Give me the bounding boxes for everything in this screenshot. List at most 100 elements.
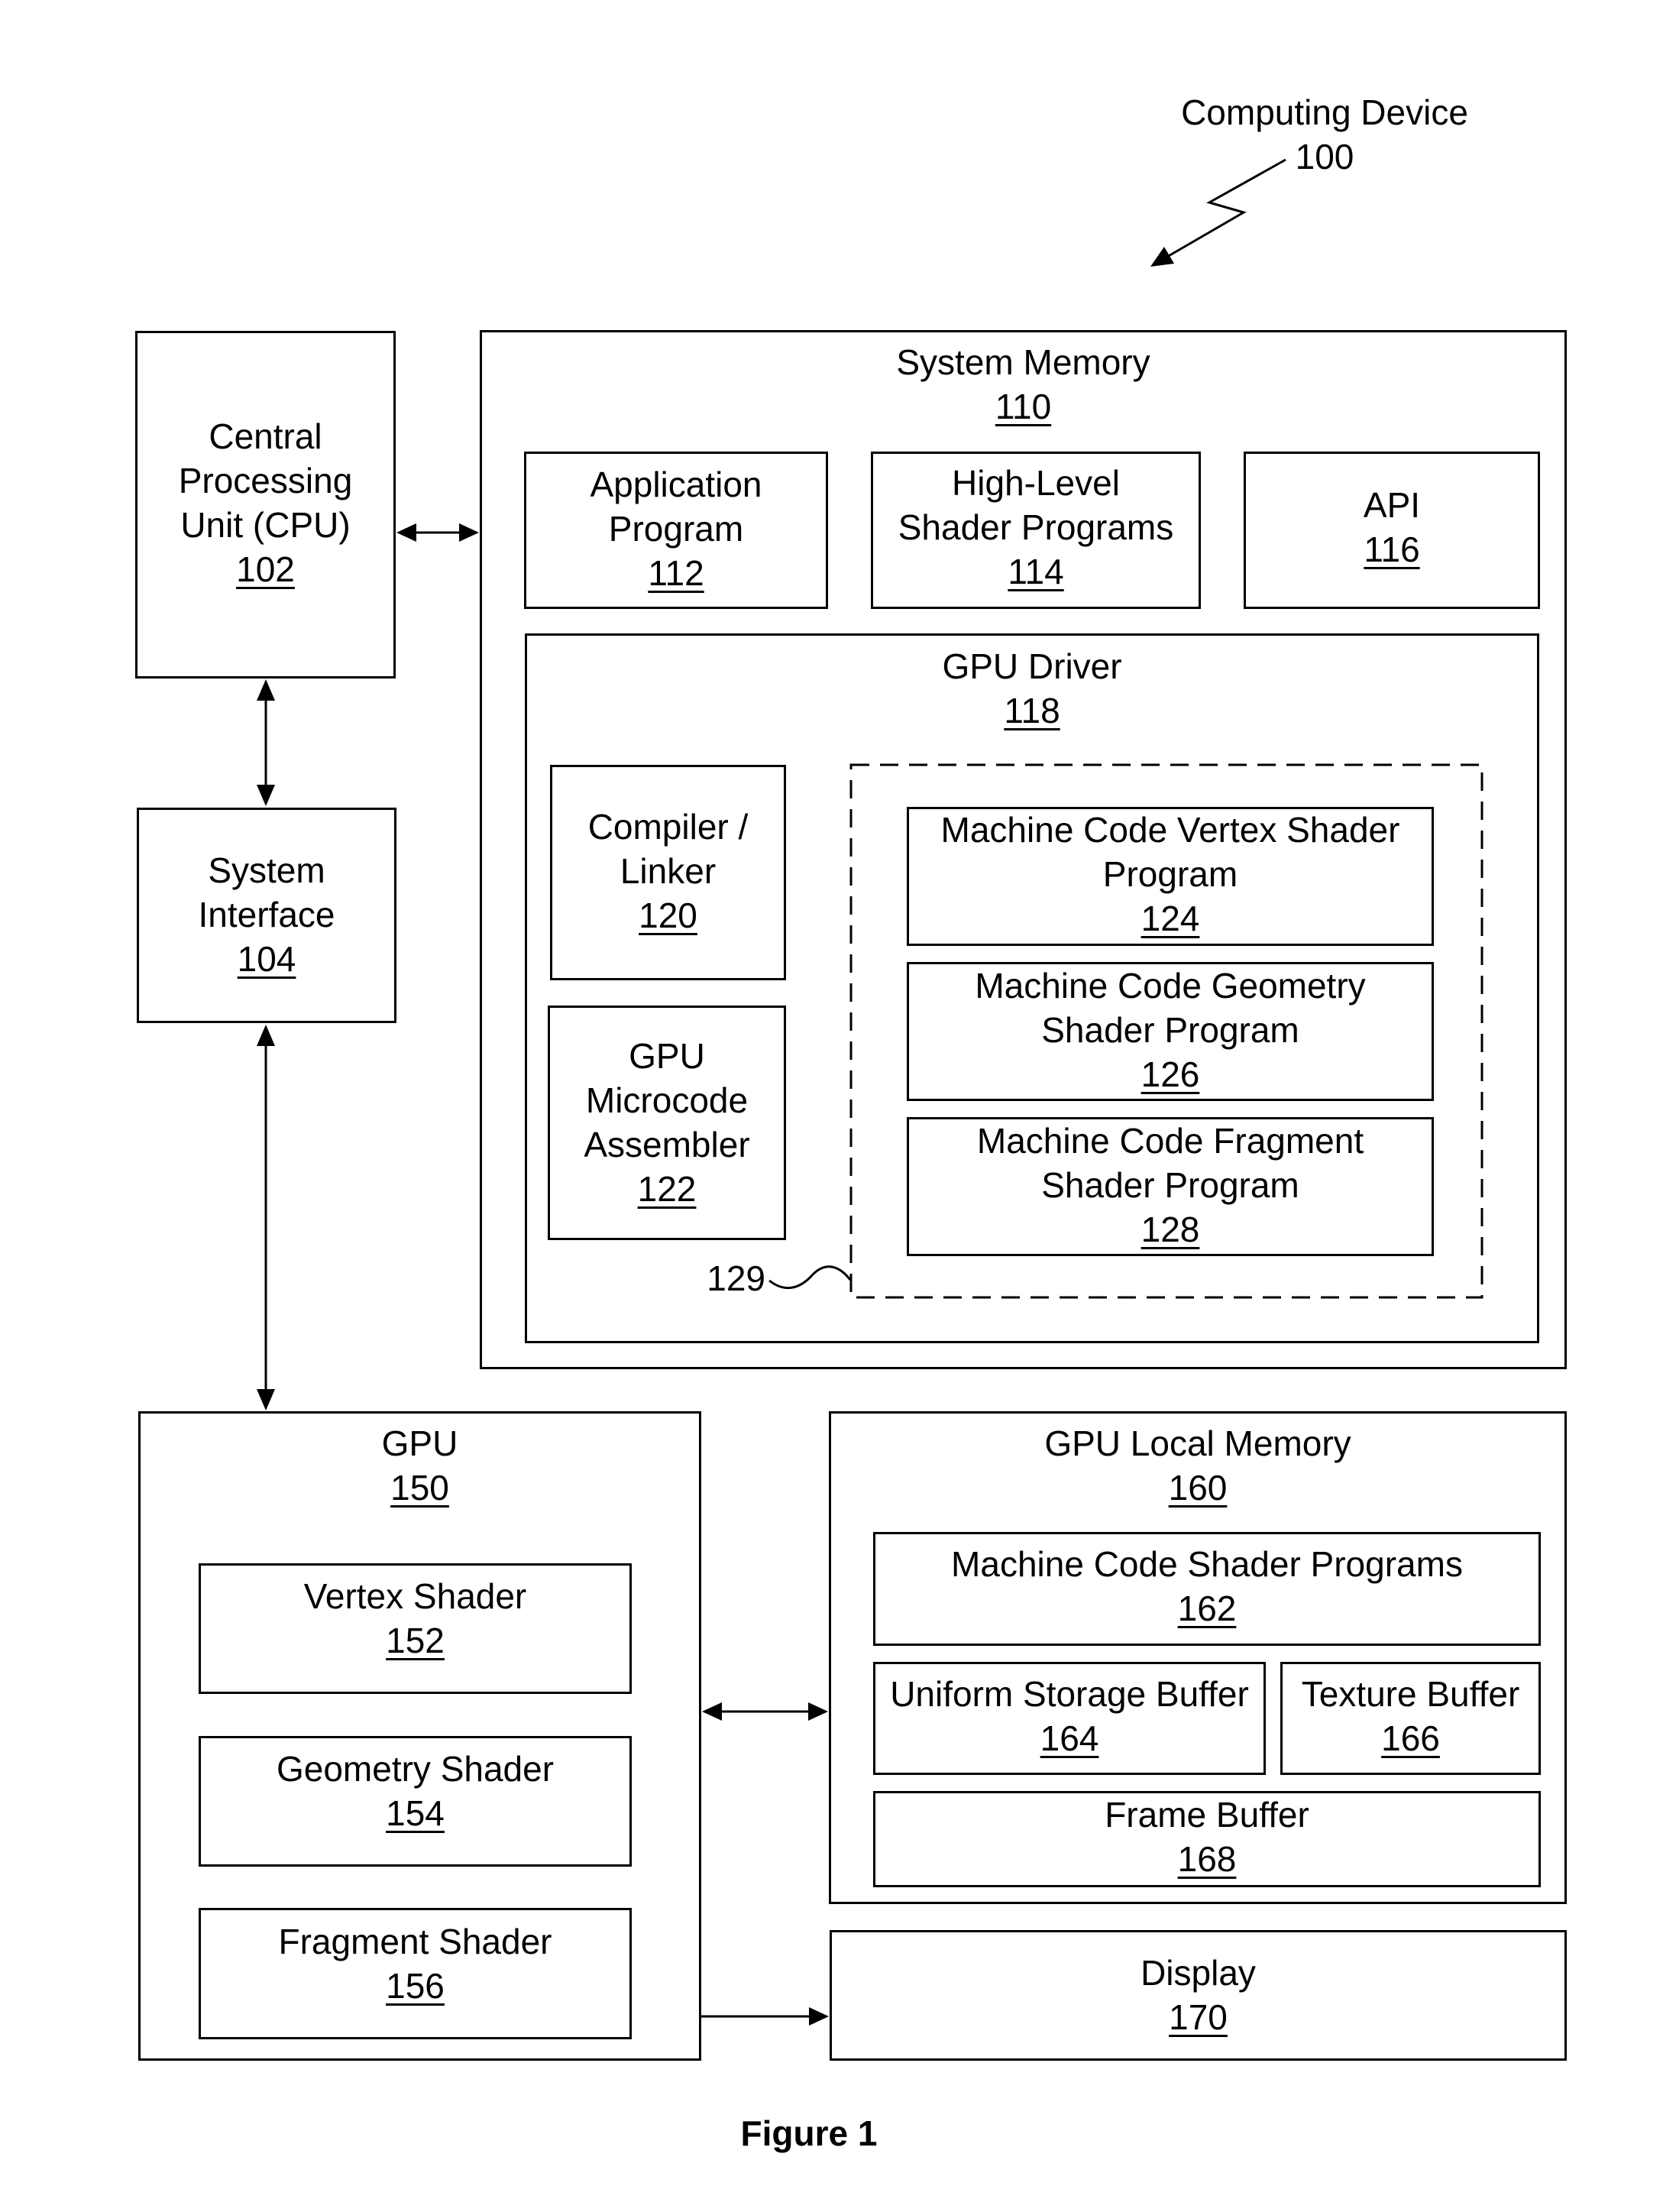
ref-number: 154 xyxy=(386,1793,445,1833)
display-box: Display 170 xyxy=(830,1930,1567,2061)
machine-code-vertex-shader-program-box: Machine Code Vertex Shader Program 124 xyxy=(907,807,1434,946)
fragment-shader-box: Fragment Shader 156 xyxy=(199,1908,632,2039)
label-line: Assembler xyxy=(584,1125,750,1164)
ref-number: 112 xyxy=(648,553,704,593)
arrowhead-right-icon xyxy=(808,1702,828,1721)
label-line: Texture Buffer xyxy=(1301,1674,1520,1714)
label-line: Display xyxy=(1141,1953,1256,1993)
uniform-storage-buffer-box: Uniform Storage Buffer 164 xyxy=(873,1662,1266,1775)
arrowhead-down-icon xyxy=(257,785,275,806)
machine-code-geometry-shader-program-label: Machine Code Geometry Shader Program 126 xyxy=(909,963,1432,1096)
label-line: Machine Code Fragment xyxy=(976,1121,1364,1161)
gpu-label: GPU 150 xyxy=(141,1421,699,1510)
label-line: High-Level xyxy=(952,463,1120,503)
uniform-storage-buffer-label: Uniform Storage Buffer 164 xyxy=(875,1672,1263,1760)
label-line: Uniform Storage Buffer xyxy=(890,1674,1249,1714)
machine-code-fragment-shader-program-box: Machine Code Fragment Shader Program 128 xyxy=(907,1117,1434,1256)
high-level-shader-programs-box: High-Level Shader Programs 114 xyxy=(871,452,1201,609)
frame-buffer-label: Frame Buffer 168 xyxy=(875,1793,1538,1881)
label-line: GPU xyxy=(381,1423,458,1463)
dashed-group-ref-label: 129 xyxy=(707,1258,765,1298)
arrowhead-left-icon xyxy=(702,1702,722,1721)
label-line: Fragment Shader xyxy=(278,1922,552,1961)
device-ref: 100 xyxy=(1295,137,1354,177)
high-level-shader-programs-label: High-Level Shader Programs 114 xyxy=(873,461,1199,594)
ref-number: 124 xyxy=(1141,899,1200,938)
label-line: Microcode xyxy=(585,1080,749,1120)
label-line: Compiler / xyxy=(587,807,749,847)
machine-code-shader-programs-box: Machine Code Shader Programs 162 xyxy=(873,1532,1541,1646)
gpu-local-memory-label: GPU Local Memory 160 xyxy=(831,1421,1564,1510)
ref-number: 126 xyxy=(1141,1054,1200,1094)
system-interface-box: System Interface 104 xyxy=(137,808,396,1023)
label-line: Program xyxy=(1102,854,1238,894)
ref-number: 110 xyxy=(995,387,1052,426)
ref-number: 128 xyxy=(1141,1210,1200,1249)
ref-number: 166 xyxy=(1381,1718,1440,1758)
ref-number: 152 xyxy=(386,1621,445,1660)
arrowhead-diagonal-icon xyxy=(1150,247,1174,267)
ref-number: 160 xyxy=(1168,1468,1228,1508)
label-line: Linker xyxy=(620,851,717,891)
arrowhead-right-icon xyxy=(809,2007,829,2026)
cpu-box: Central Processing Unit (CPU) 102 xyxy=(135,331,396,678)
cpu-label: Central Processing Unit (CPU) 102 xyxy=(138,414,393,591)
ref-number: 150 xyxy=(390,1468,449,1508)
system-interface-label: System Interface 104 xyxy=(139,848,394,981)
arrowhead-left-icon xyxy=(396,523,416,542)
label-line: Machine Code Vertex Shader xyxy=(940,810,1400,850)
compiler-linker-box: Compiler / Linker 120 xyxy=(550,765,786,980)
ref-number: 114 xyxy=(1008,552,1064,591)
system-memory-label: System Memory 110 xyxy=(482,340,1564,429)
figure-caption: Figure 1 xyxy=(740,2113,878,2153)
label-line: GPU xyxy=(629,1036,705,1076)
display-label: Display 170 xyxy=(832,1951,1564,2039)
vertex-shader-box: Vertex Shader 152 xyxy=(199,1563,632,1694)
machine-code-shader-programs-label: Machine Code Shader Programs 162 xyxy=(875,1542,1538,1631)
frame-buffer-box: Frame Buffer 168 xyxy=(873,1791,1541,1887)
label-line: Interface xyxy=(198,895,335,934)
label-line: GPU Driver xyxy=(942,646,1122,686)
label-line: GPU Local Memory xyxy=(1044,1423,1351,1463)
ref-number: 102 xyxy=(236,549,295,589)
arrowhead-up-icon xyxy=(257,1025,275,1046)
label-line: Application xyxy=(590,465,762,504)
ref-number: 118 xyxy=(1004,691,1060,730)
gpu-microcode-assembler-label: GPU Microcode Assembler 122 xyxy=(550,1034,784,1211)
gpu-microcode-assembler-box: GPU Microcode Assembler 122 xyxy=(548,1006,786,1240)
ref-number: 122 xyxy=(637,1169,697,1209)
vertex-shader-label: Vertex Shader 152 xyxy=(201,1574,629,1663)
texture-buffer-box: Texture Buffer 166 xyxy=(1280,1662,1541,1775)
api-box: API 116 xyxy=(1244,452,1540,609)
label-line: Central xyxy=(209,416,322,456)
label-line: Unit (CPU) xyxy=(180,505,351,545)
machine-code-vertex-shader-program-label: Machine Code Vertex Shader Program 124 xyxy=(909,808,1432,941)
ref-number: 116 xyxy=(1364,530,1420,569)
arrowhead-right-icon xyxy=(459,523,479,542)
geometry-shader-label: Geometry Shader 154 xyxy=(201,1747,629,1835)
label-line: Program xyxy=(608,509,744,549)
label-line: Geometry Shader xyxy=(276,1749,555,1789)
ref-number: 162 xyxy=(1177,1589,1237,1628)
geometry-shader-box: Geometry Shader 154 xyxy=(199,1736,632,1867)
gpu-driver-label: GPU Driver 118 xyxy=(527,644,1537,733)
api-label: API 116 xyxy=(1246,483,1538,572)
ref-number: 170 xyxy=(1169,1997,1228,2037)
ref-number: 156 xyxy=(386,1966,445,2006)
texture-buffer-label: Texture Buffer 166 xyxy=(1283,1672,1538,1760)
fragment-shader-label: Fragment Shader 156 xyxy=(201,1919,629,2008)
label-line: System Memory xyxy=(896,342,1150,382)
label-line: Processing xyxy=(178,461,353,500)
label-line: Shader Program xyxy=(1041,1010,1299,1050)
arrowhead-down-icon xyxy=(257,1389,275,1410)
compiler-linker-label: Compiler / Linker 120 xyxy=(552,805,784,938)
label-line: Shader Programs xyxy=(898,507,1174,547)
application-program-box: Application Program 112 xyxy=(524,452,828,609)
application-program-label: Application Program 112 xyxy=(526,462,826,595)
ref-number: 168 xyxy=(1177,1839,1237,1879)
machine-code-fragment-shader-program-label: Machine Code Fragment Shader Program 128 xyxy=(909,1119,1432,1252)
label-line: System xyxy=(208,850,325,890)
ref-number: 104 xyxy=(237,939,296,979)
label-line: Machine Code Shader Programs xyxy=(951,1544,1463,1584)
ref-number: 120 xyxy=(639,895,697,935)
